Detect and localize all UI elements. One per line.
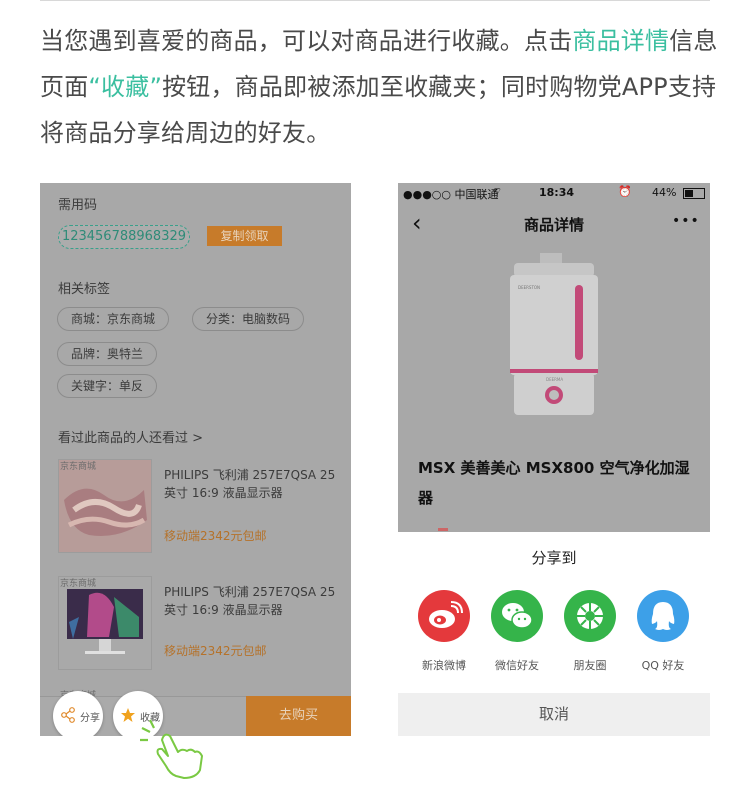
share-qq-label: QQ 好友 [641, 659, 685, 672]
product-image-humidifier: DEERSTON DEERMA [510, 253, 598, 415]
coupon-code[interactable]: 123456788968329 [58, 225, 190, 249]
right-phone-screenshot: ●●●○○ 中国联通 ⌔ 18:34 ⏰ 44% ‹ 商品详情 ••• DEER… [398, 183, 710, 736]
product-store-label: 京东商城 [60, 579, 97, 589]
cancel-button[interactable]: 取消 [398, 693, 710, 736]
share-sheet-title: 分享到 [531, 549, 577, 567]
weibo-icon [418, 590, 470, 642]
left-phone-screenshot: 需用码 123456788968329 复制领取 相关标签 商城：京东商城 分类… [40, 183, 351, 736]
coupon-label: 需用码 [58, 198, 98, 213]
tag-category[interactable]: 分类：电脑数码 [192, 307, 305, 331]
nav-title: 商品详情 [523, 216, 584, 234]
share-wechat-label: 微信好友 [495, 659, 539, 672]
alarm-icon: ⏰ [618, 185, 632, 198]
product-price: 移动端2342元包邮 [164, 644, 267, 658]
intro-highlight-favorite: “收藏” [88, 73, 163, 101]
moments-icon [564, 590, 616, 642]
also-viewed-title[interactable]: 看过此商品的人还看过 > [58, 427, 203, 446]
star-icon [121, 708, 135, 722]
product-name: MSX 美善美心 MSX800 空气净化加湿器 [418, 459, 690, 507]
share-wechat[interactable]: 微信好友 [487, 590, 547, 673]
product-image-monitor[interactable] [58, 576, 152, 670]
intro-text-1: 当您遇到喜爱的商品，可以对商品进行收藏。点击 [40, 27, 573, 55]
share-moments-label: 朋友圈 [573, 659, 607, 672]
share-icon [61, 707, 75, 723]
intro-highlight-detail: 商品详情 [572, 27, 670, 55]
product-store-label: 京东商城 [60, 462, 97, 472]
tag-keyword[interactable]: 关键字：单反 [57, 374, 158, 398]
wifi-icon: ⌔ [492, 185, 503, 198]
svg-text:DEERMA: DEERMA [546, 377, 563, 382]
battery-icon [683, 188, 705, 199]
battery-percent: 44% [652, 186, 677, 199]
qq-icon [637, 590, 689, 642]
share-moments[interactable]: 朋友圈 [560, 590, 620, 673]
price-hint [438, 528, 448, 531]
intro-paragraph: 当您遇到喜爱的商品，可以对商品进行收藏。点击商品详情信息页面“收藏”按钮，商品即… [40, 18, 720, 156]
wechat-icon [491, 590, 543, 642]
buy-button[interactable]: 去购买 [246, 696, 351, 736]
tag-store[interactable]: 商城：京东商城 [57, 307, 170, 331]
share-qq[interactable]: QQ 好友 [633, 590, 693, 673]
status-time: 18:34 [539, 186, 575, 199]
svg-text:DEERSTON: DEERSTON [518, 285, 540, 290]
tag-brand[interactable]: 品牌：奥特兰 [57, 342, 158, 366]
share-button[interactable]: 分享 [53, 691, 103, 736]
share-label: 分享 [80, 713, 100, 724]
share-weibo-label: 新浪微博 [422, 659, 466, 672]
product-image-food[interactable] [58, 459, 152, 553]
product-title[interactable]: PHILIPS 飞利浦 257E7QSA 25英寸 16:9 液晶显示器 [164, 583, 344, 619]
top-divider [40, 0, 710, 1]
share-weibo[interactable]: 新浪微博 [414, 590, 474, 673]
tags-title: 相关标签 [58, 282, 111, 297]
copy-coupon-button[interactable]: 复制领取 [207, 226, 282, 246]
carrier-signal: ●●●○○ 中国联通 [403, 188, 499, 201]
more-icon[interactable]: ••• [672, 213, 700, 229]
status-bar: ●●●○○ 中国联通 ⌔ 18:34 ⏰ 44% [398, 183, 710, 201]
product-title[interactable]: PHILIPS 飞利浦 257E7QSA 25英寸 16:9 液晶显示器 [164, 466, 344, 502]
product-price: 移动端2342元包邮 [164, 529, 267, 543]
tap-hand-icon [140, 719, 203, 779]
